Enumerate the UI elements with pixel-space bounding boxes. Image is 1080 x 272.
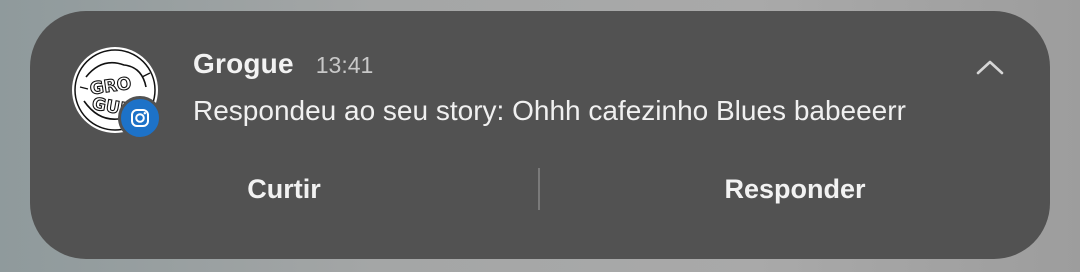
timestamp: 13:41 xyxy=(315,52,374,78)
reply-button[interactable]: Responder xyxy=(540,174,1050,205)
notification-header: Grogue 13:41 xyxy=(193,48,373,84)
collapse-button[interactable] xyxy=(972,49,1008,85)
notification-actions: Curtir Responder xyxy=(30,166,1050,212)
like-button[interactable]: Curtir xyxy=(30,174,538,205)
sender-name: Grogue xyxy=(193,48,294,79)
instagram-icon xyxy=(118,96,162,140)
chevron-up-icon xyxy=(976,60,1004,75)
message-text: Respondeu ao seu story: Ohhh cafezinho B… xyxy=(193,95,906,126)
notification-card[interactable]: GRO GUE Grogue 13:41 Respondeu ao seu st… xyxy=(30,11,1050,259)
